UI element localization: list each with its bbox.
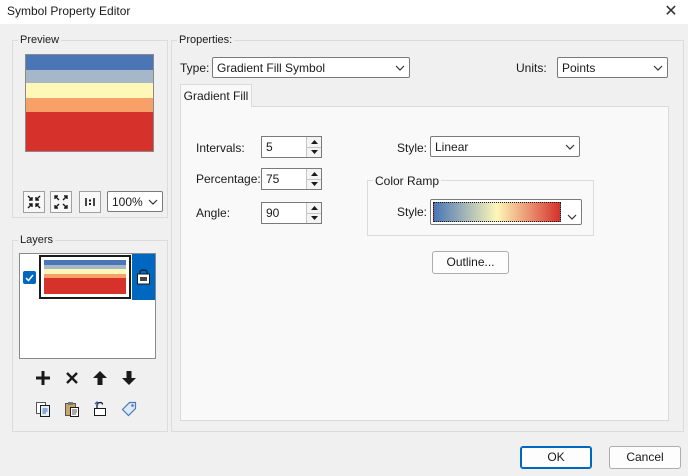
intervals-stepper[interactable]: 5	[261, 136, 322, 158]
ramp-select[interactable]	[430, 199, 582, 225]
zoom-value: 100%	[112, 194, 143, 209]
chevron-down-icon	[144, 199, 162, 205]
style-label: Style:	[397, 141, 428, 155]
move-up-icon[interactable]	[89, 367, 111, 389]
ramp-gradient	[433, 202, 561, 222]
paste-icon[interactable]	[61, 398, 83, 420]
spin-up-icon[interactable]	[307, 169, 321, 179]
preview-band-4	[26, 98, 153, 112]
lock-icon	[136, 269, 150, 285]
layers-list	[19, 253, 156, 359]
ok-button[interactable]: OK	[520, 446, 592, 469]
chevron-down-icon	[649, 65, 667, 71]
zoom-fit-icon[interactable]	[23, 191, 45, 213]
outline-button[interactable]: Outline...	[432, 251, 509, 274]
type-label: Type:	[180, 61, 210, 75]
color-ramp-label: Color Ramp	[373, 174, 442, 188]
angle-label: Angle:	[196, 206, 231, 220]
layer-thumbnail	[39, 255, 131, 299]
tag-icon[interactable]	[118, 398, 140, 420]
layer-item[interactable]	[20, 254, 155, 300]
preview-band-5	[26, 111, 153, 151]
preview-band-1	[26, 55, 153, 70]
add-icon[interactable]	[32, 367, 54, 389]
spin-down-icon[interactable]	[307, 146, 321, 157]
units-select[interactable]: Points	[557, 57, 668, 78]
layer-lock-bar[interactable]	[132, 254, 155, 300]
remove-icon[interactable]	[61, 367, 83, 389]
zoom-select[interactable]: 100%	[107, 191, 163, 212]
intervals-label: Intervals:	[196, 141, 245, 155]
copy-icon[interactable]	[32, 398, 54, 420]
units-value: Points	[562, 60, 596, 75]
chevron-down-icon	[567, 209, 577, 223]
preview-band-3	[26, 83, 153, 99]
preview-swatch	[25, 54, 154, 152]
units-label: Units:	[516, 61, 547, 75]
spin-down-icon[interactable]	[307, 212, 321, 223]
intervals-value: 5	[266, 140, 273, 154]
angle-value: 90	[266, 206, 280, 220]
style-select[interactable]: Linear	[430, 136, 580, 157]
layer-checkbox[interactable]	[23, 271, 36, 284]
spin-up-icon[interactable]	[307, 203, 321, 213]
check-icon	[25, 274, 34, 282]
unlock-icon[interactable]	[89, 398, 111, 420]
style-value: Linear	[435, 139, 469, 154]
actual-size-icon[interactable]	[79, 191, 101, 213]
close-icon[interactable]: ✕	[660, 1, 682, 23]
angle-stepper[interactable]: 90	[261, 202, 322, 224]
percentage-label: Percentage:	[196, 172, 261, 186]
percentage-stepper[interactable]: 75	[261, 168, 322, 190]
move-down-icon[interactable]	[118, 367, 140, 389]
chevron-down-icon	[391, 65, 409, 71]
chevron-down-icon	[561, 144, 579, 150]
properties-label: Properties:	[177, 34, 235, 46]
spin-down-icon[interactable]	[307, 178, 321, 189]
preview-band-2	[26, 69, 153, 84]
type-value: Gradient Fill Symbol	[217, 60, 326, 75]
zoom-full-extent-icon[interactable]	[50, 191, 72, 213]
cancel-button[interactable]: Cancel	[609, 446, 681, 469]
layers-label: Layers	[18, 234, 56, 246]
preview-label: Preview	[18, 34, 62, 46]
ramp-style-label: Style:	[397, 205, 428, 219]
tab-gradient-fill[interactable]: Gradient Fill	[180, 84, 252, 107]
type-select[interactable]: Gradient Fill Symbol	[212, 57, 410, 78]
percentage-value: 75	[266, 172, 280, 186]
spin-up-icon[interactable]	[307, 137, 321, 147]
window-title: Symbol Property Editor	[7, 4, 131, 18]
